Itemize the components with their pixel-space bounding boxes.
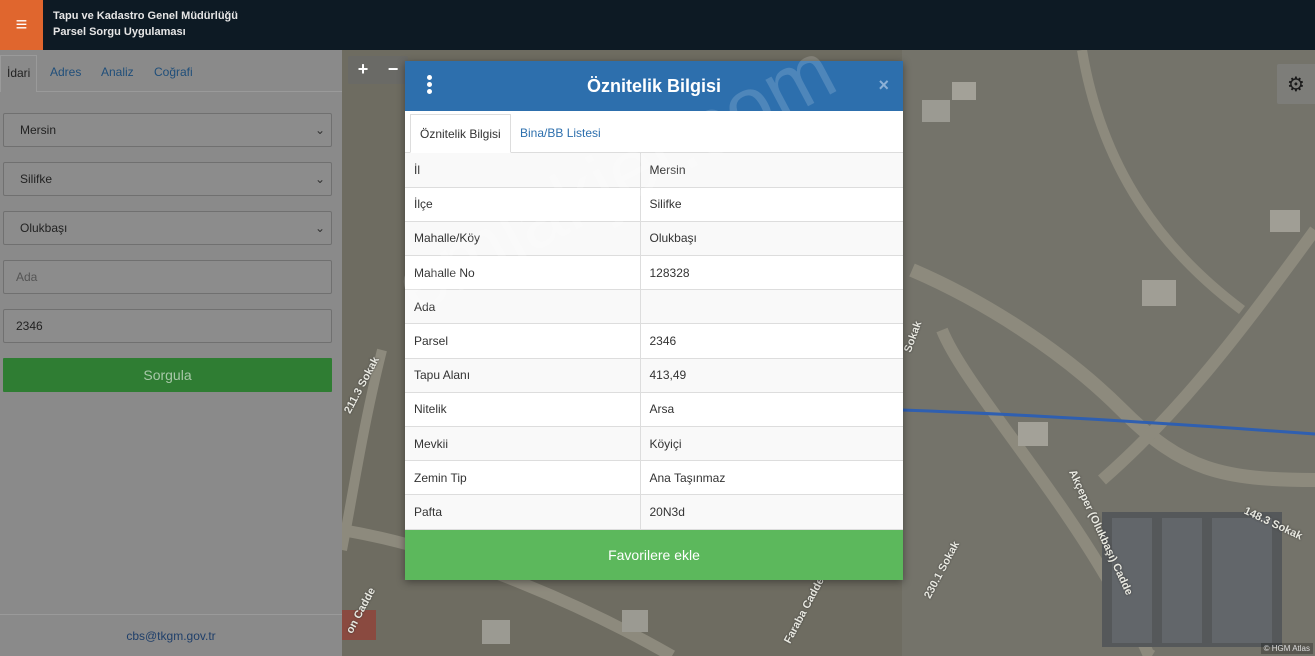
tab-adres[interactable]: Adres [50,55,81,92]
chevron-down-icon: ⌄ [314,221,325,235]
zoom-in-button[interactable]: + [348,56,378,84]
attribute-key: Ada [405,289,641,325]
attribute-key: İl [405,153,641,188]
attribute-key: Mahalle No [405,255,641,291]
il-select[interactable]: Mersin ⌄ [3,113,332,147]
attribute-value: Köyiçi [640,426,903,462]
app-title: Tapu ve Kadastro Genel Müdürlüğü Parsel … [53,8,238,40]
attribute-key: Zemin Tip [405,460,641,496]
gear-icon[interactable]: ⚙ [1277,64,1315,104]
table-row: Nitelik Arsa [405,392,903,428]
table-row: Mevkii Köyiçi [405,426,903,462]
attribute-value: 2346 [640,323,903,359]
attribute-value: Silifke [640,187,903,222]
hamburger-menu-icon[interactable]: ≡ [0,0,43,50]
sorgula-button[interactable]: Sorgula [3,358,332,392]
attribute-key: Tapu Alanı [405,358,641,393]
attribute-dialog: Öznitelik Bilgisi × Öznitelik Bilgisi Bi… [405,61,903,580]
contact-email-link[interactable]: cbs@tkgm.gov.tr [0,614,342,656]
mahalle-select-value: Olukbaşı [20,221,68,235]
attribute-key: Parsel [405,323,641,359]
parsel-field-wrapper [3,309,332,343]
attribute-key: Pafta [405,494,641,530]
table-row: Pafta 20N3d [405,494,903,530]
attribute-value: Mersin [640,153,903,188]
attribute-key: İlçe [405,187,641,222]
il-select-value: Mersin [20,123,57,137]
attribute-key: Mahalle/Köy [405,221,641,257]
app-title-line2: Parsel Sorgu Uygulaması [53,26,186,38]
table-row: İl Mersin [405,153,903,188]
table-row: İlçe Silifke [405,187,903,222]
dialog-tabs: Öznitelik Bilgisi Bina/BB Listesi [405,111,903,153]
attribute-key: Mevkii [405,426,641,462]
tab-analiz[interactable]: Analiz [101,55,134,92]
query-panel: İdari Adres Analiz Coğrafi Mersin ⌄ Sili… [0,50,342,656]
top-bar: ≡ Tapu ve Kadastro Genel Müdürlüğü Parse… [0,0,1315,50]
ilce-select-value: Silifke [20,172,53,186]
table-row: Parsel 2346 [405,323,903,359]
chevron-down-icon: ⌄ [314,123,325,137]
add-to-favorites-button[interactable]: Favorilere ekle [405,530,903,580]
table-row: Mahalle No 128328 [405,255,903,291]
tab-cografi[interactable]: Coğrafi [154,55,193,92]
table-row: Mahalle/Köy Olukbaşı [405,221,903,257]
table-row: Zemin Tip Ana Taşınmaz [405,460,903,496]
ilce-select[interactable]: Silifke ⌄ [3,162,332,196]
attribute-value: 128328 [640,255,903,291]
map-attribution: © HGM Atlas [1260,643,1313,654]
mahalle-select[interactable]: Olukbaşı ⌄ [3,211,332,245]
dialog-header: Öznitelik Bilgisi × [405,61,903,111]
app-title-line1: Tapu ve Kadastro Genel Müdürlüğü [53,10,238,22]
attribute-value: Arsa [640,392,903,428]
ada-input[interactable] [16,261,331,293]
tab-idari[interactable]: İdari [0,55,38,92]
query-tabs: İdari Adres Analiz Coğrafi [0,55,342,92]
attribute-value [640,289,903,325]
attribute-value: 413,49 [640,358,903,393]
zoom-out-button[interactable]: − [378,56,408,84]
parsel-input[interactable] [16,310,331,342]
chevron-down-icon: ⌄ [314,172,325,186]
table-row: Ada [405,289,903,325]
attribute-value: Ana Taşınmaz [640,460,903,496]
attribute-key: Nitelik [405,392,641,428]
tab-oznitelik-bilgisi[interactable]: Öznitelik Bilgisi [410,114,511,153]
tab-bina-bb-listesi[interactable]: Bina/BB Listesi [520,114,601,153]
dialog-title: Öznitelik Bilgisi [586,76,722,96]
attribute-value: 20N3d [640,494,903,530]
zoom-controls: + − [348,56,408,84]
ada-field-wrapper [3,260,332,294]
attribute-table: İl Mersin İlçe Silifke Mahalle/Köy Olukbaşı… [405,153,903,530]
table-row: Tapu Alanı 413,49 [405,358,903,393]
attribute-value: Olukbaşı [640,221,903,257]
close-icon[interactable]: × [878,75,889,96]
